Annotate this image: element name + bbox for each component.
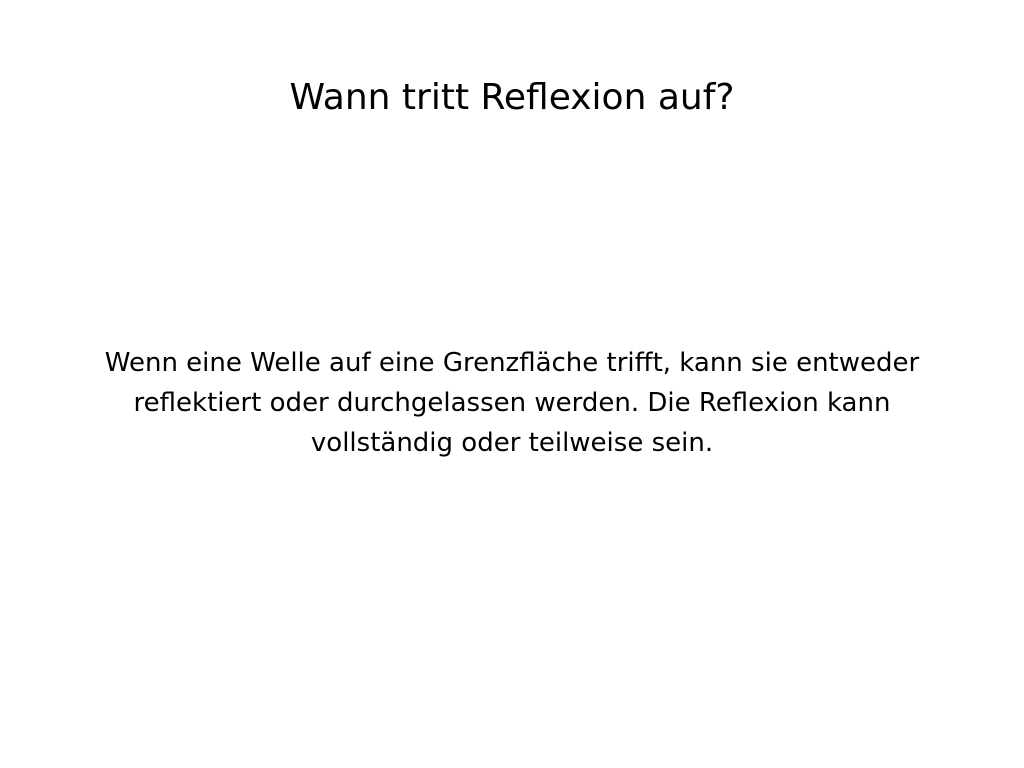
slide: Wann tritt Reflexion auf? Wenn eine Well… <box>0 0 1024 768</box>
slide-title: Wann tritt Reflexion auf? <box>289 77 735 118</box>
slide-body-text: Wenn eine Welle auf eine Grenzfläche tri… <box>104 348 920 458</box>
